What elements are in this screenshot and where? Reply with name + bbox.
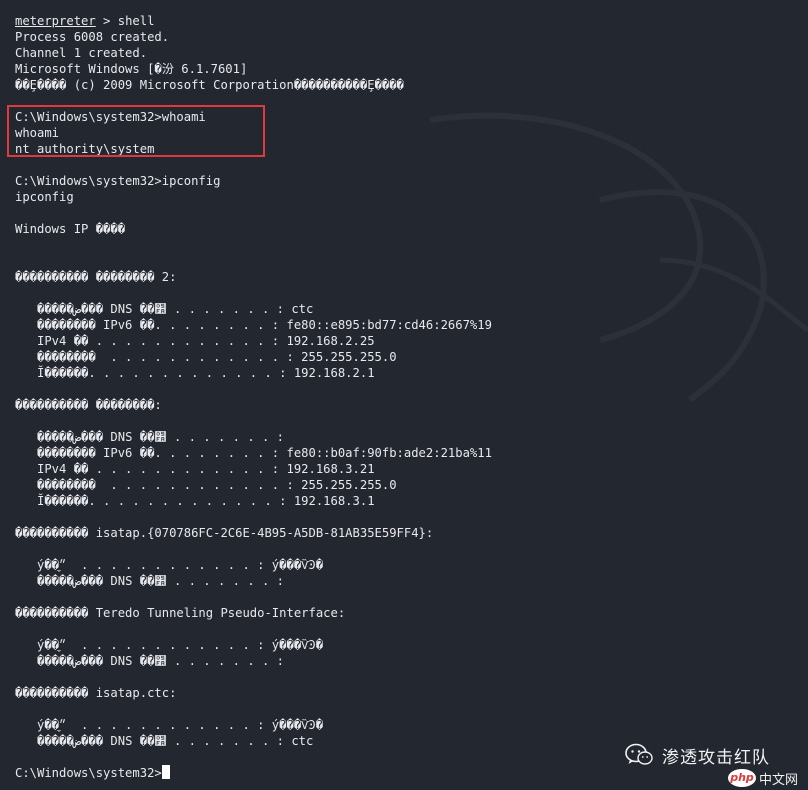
line-text: C:\Windows\system32> (15, 766, 162, 780)
line-text: ���������� Teredo Tunneling Pseudo-Inter… (15, 606, 346, 620)
terminal-line: IPv4 �� . . . . . . . . . . . . : 192.16… (15, 333, 492, 349)
php-cn-badge: php 中文网 (728, 768, 798, 788)
line-text: ���������� ��������: (15, 398, 162, 412)
line-text: Windows IP ���� (15, 222, 126, 236)
terminal-line: �����ض��� DNS ��׺ . . . . . . . : (15, 653, 492, 669)
terminal-line: C:\Windows\system32> (15, 765, 492, 781)
terminal-line: Ĭ������. . . . . . . . . . . . . : 192.1… (15, 365, 492, 381)
terminal-line: meterpreter > shell (15, 13, 492, 29)
terminal-line: Windows IP ���� (15, 221, 492, 237)
line-text: �����ض��� DNS ��׺ . . . . . . . : (15, 654, 285, 668)
terminal-line: Process 6008 created. (15, 29, 492, 45)
terminal-line: ý��״̬ . . . . . . . . . . . . : ý���ѶϿ� (15, 637, 492, 653)
line-text: �������� . . . . . . . . . . . . : 255.2… (15, 350, 397, 364)
php-logo: php (728, 769, 756, 787)
terminal-line: ���������� Teredo Tunneling Pseudo-Inter… (15, 605, 492, 621)
line-text: C:\Windows\system32>ipconfig (15, 174, 221, 188)
whoami-highlight-box (7, 105, 265, 157)
terminal-line: �����ض��� DNS ��׺ . . . . . . . : (15, 429, 492, 445)
php-site-text: 中文网 (759, 772, 799, 788)
line-text: Channel 1 created. (15, 46, 148, 60)
terminal-line: ���������� isatap.{070786FC-2C6E-4B95-A5… (15, 525, 492, 541)
line-text: �����ض��� DNS ��׺ . . . . . . . : ctc (15, 302, 314, 316)
terminal-line: ��Ȩ���� (c) 2009 Microsoft Corporation��… (15, 77, 492, 93)
line-text: Microsoft Windows [�汾 6.1.7601] (15, 62, 248, 76)
line-text: ���������� isatap.{070786FC-2C6E-4B95-A5… (15, 526, 434, 540)
line-text: IPv4 �� . . . . . . . . . . . . : 192.16… (15, 462, 375, 476)
line-text: ý��״̬ . . . . . . . . . . . . : ý���ѶϿ� (15, 638, 324, 652)
line-text: ���������� isatap.ctc: (15, 686, 177, 700)
terminal-line: ���������� isatap.ctc: (15, 685, 492, 701)
terminal-line: �����ض��� DNS ��׺ . . . . . . . : ctc (15, 301, 492, 317)
line-text: ý��״̬ . . . . . . . . . . . . : ý���ѶϿ� (15, 558, 324, 572)
terminal-line: �������� IPv6 ��. . . . . . . . : fe80::… (15, 445, 492, 461)
line-text: Process 6008 created. (15, 30, 170, 44)
terminal-line: C:\Windows\system32>ipconfig (15, 173, 492, 189)
terminal-line: �������� . . . . . . . . . . . . : 255.2… (15, 349, 492, 365)
terminal-line: ý��״̬ . . . . . . . . . . . . : ý���ѶϿ� (15, 557, 492, 573)
terminal-line: �������� IPv6 ��. . . . . . . . : fe80::… (15, 317, 492, 333)
terminal-line: Channel 1 created. (15, 45, 492, 61)
line-text: Ĭ������. . . . . . . . . . . . . : 192.1… (15, 366, 375, 380)
command-text: > shell (95, 14, 155, 28)
watermark-text: 渗透攻击红队 (662, 747, 770, 768)
terminal-line: ý��״̬ . . . . . . . . . . . . : ý���ѶϿ� (15, 717, 492, 733)
terminal-line: ipconfig (15, 189, 492, 205)
terminal-line: Microsoft Windows [�汾 6.1.7601] (15, 61, 492, 77)
line-text: �������� IPv6 ��. . . . . . . . : fe80::… (15, 318, 492, 332)
line-text: ý��״̬ . . . . . . . . . . . . : ý���ѶϿ� (15, 718, 324, 732)
terminal-line: Ĭ������. . . . . . . . . . . . . : 192.1… (15, 493, 492, 509)
line-text: �����ض��� DNS ��׺ . . . . . . . : (15, 430, 285, 444)
terminal-line: IPv4 �� . . . . . . . . . . . . : 192.16… (15, 461, 492, 477)
line-text: ipconfig (15, 190, 74, 204)
line-text: ���������� �������� 2: (15, 270, 177, 284)
line-text: IPv4 �� . . . . . . . . . . . . : 192.16… (15, 334, 375, 348)
wechat-icon (625, 743, 653, 765)
line-text: ��Ȩ���� (c) 2009 Microsoft Corporation��… (15, 78, 404, 92)
terminal-line: �����ض��� DNS ��׺ . . . . . . . : ctc (15, 733, 492, 749)
line-text: �������� . . . . . . . . . . . . : 255.2… (15, 478, 397, 492)
terminal-window[interactable]: meterpreter > shell Process 6008 created.… (0, 0, 808, 790)
terminal-line: �������� . . . . . . . . . . . . : 255.2… (15, 477, 492, 493)
line-text: Ĭ������. . . . . . . . . . . . . : 192.1… (15, 494, 375, 508)
wechat-watermark: 渗透攻击红队 (624, 738, 770, 772)
line-text: �����ض��� DNS ��׺ . . . . . . . : (15, 574, 285, 588)
meterpreter-prompt: meterpreter (15, 14, 96, 28)
terminal-line: �����ض��� DNS ��׺ . . . . . . . : (15, 573, 492, 589)
line-text: �������� IPv6 ��. . . . . . . . : fe80::… (15, 446, 492, 460)
terminal-line: ���������� ��������: (15, 397, 492, 413)
line-text: �����ض��� DNS ��׺ . . . . . . . : ctc (15, 734, 314, 748)
terminal-cursor[interactable] (161, 765, 170, 779)
terminal-line: ���������� �������� 2: (15, 269, 492, 285)
